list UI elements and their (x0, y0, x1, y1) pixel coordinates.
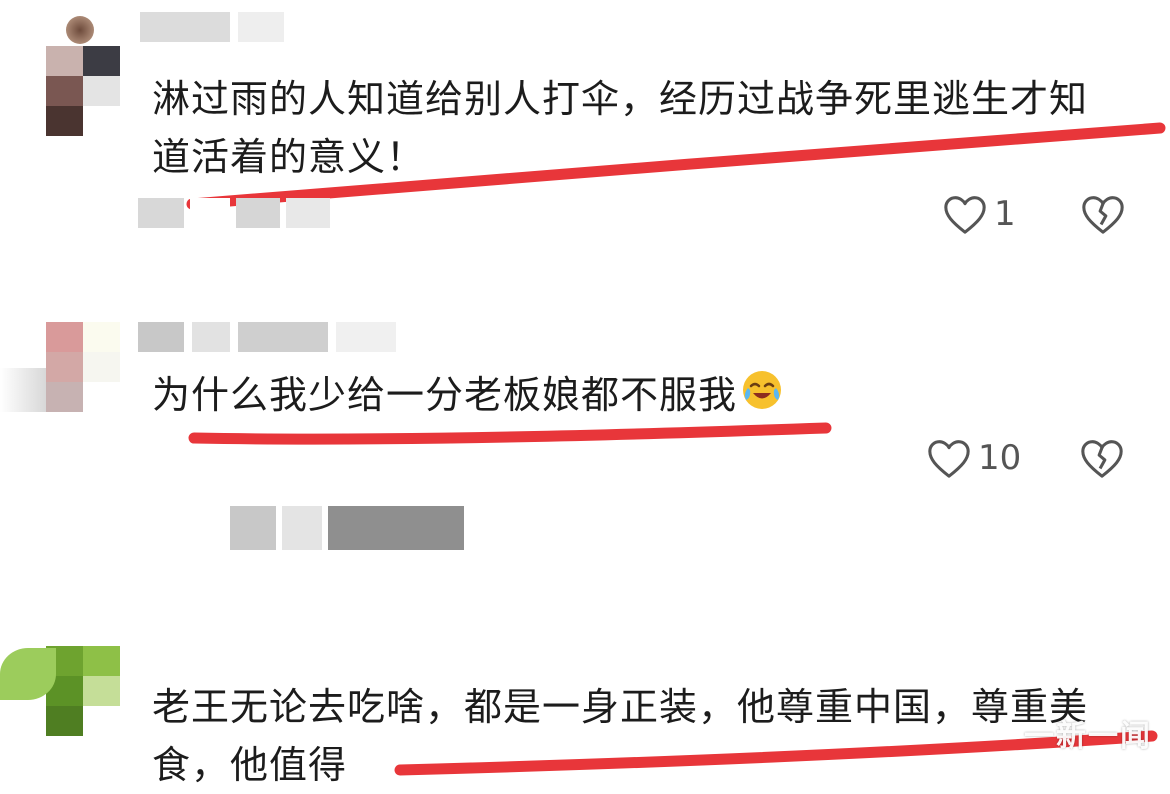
dislike-button[interactable] (1079, 436, 1125, 480)
comment-item: 为什么我少给一分老板娘都不服我 10 (0, 300, 1170, 560)
comment-item: 淋过雨的人知道给别人打伞，经历过战争死里逃生才知道活着的意义！ 1 (0, 0, 1170, 260)
comment-meta-blurred (138, 198, 330, 228)
dislike-button[interactable] (1080, 192, 1126, 236)
broken-heart-outline-icon (1081, 440, 1123, 478)
broken-heart-outline-icon (1081, 196, 1124, 234)
like-button[interactable]: 1 (942, 192, 1016, 236)
like-count: 10 (978, 438, 1022, 478)
heart-outline-icon (944, 196, 986, 234)
like-button[interactable]: 10 (926, 436, 1021, 480)
comment-actions: 1 (942, 192, 1126, 236)
comment-actions: 10 (926, 436, 1125, 480)
highlight-underline (188, 422, 832, 445)
highlight-underline (394, 730, 1158, 776)
watermark: 一新一闻 (1024, 719, 1152, 754)
comment-item: 老王无论去吃啥，都是一身正装，他尊重中国，尊重美食，他值得 (0, 620, 1170, 787)
heart-outline-icon (928, 440, 970, 478)
reply-meta-blurred (230, 506, 464, 550)
like-count: 1 (994, 194, 1016, 234)
